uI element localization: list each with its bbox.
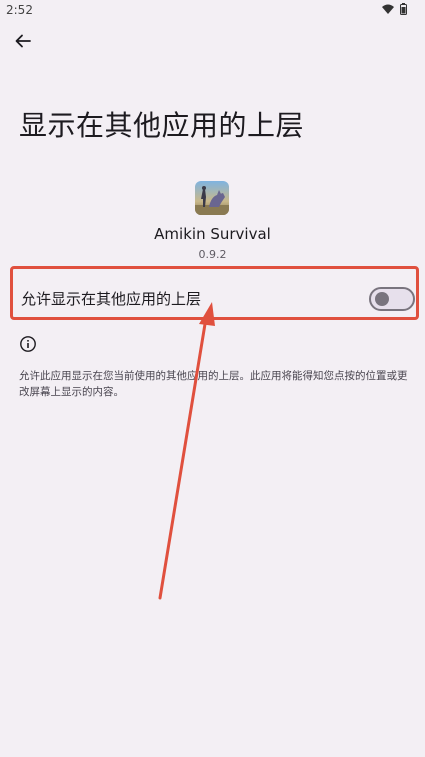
arrow-left-icon [15, 34, 31, 48]
status-bar: 2:52 [0, 0, 425, 20]
app-icon [195, 181, 229, 215]
permission-label: 允许显示在其他应用的上层 [21, 290, 202, 308]
app-version: 0.9.2 [198, 248, 227, 261]
battery-icon [400, 3, 407, 15]
toggle-thumb [375, 292, 389, 306]
overlay-permission-toggle[interactable] [369, 287, 415, 311]
status-icons [382, 3, 407, 15]
page-title: 显示在其他应用的上层 [19, 109, 305, 142]
status-time: 2:52 [6, 3, 33, 17]
permission-row-highlight[interactable]: 允许显示在其他应用的上层 [10, 266, 419, 320]
wifi-icon [382, 4, 394, 14]
app-name: Amikin Survival [154, 225, 271, 243]
info-icon [19, 335, 37, 353]
back-button[interactable] [10, 28, 36, 54]
permission-description: 允许此应用显示在您当前使用的其他应用的上层。此应用将能得知您点按的位置或更改屏幕… [19, 370, 408, 398]
